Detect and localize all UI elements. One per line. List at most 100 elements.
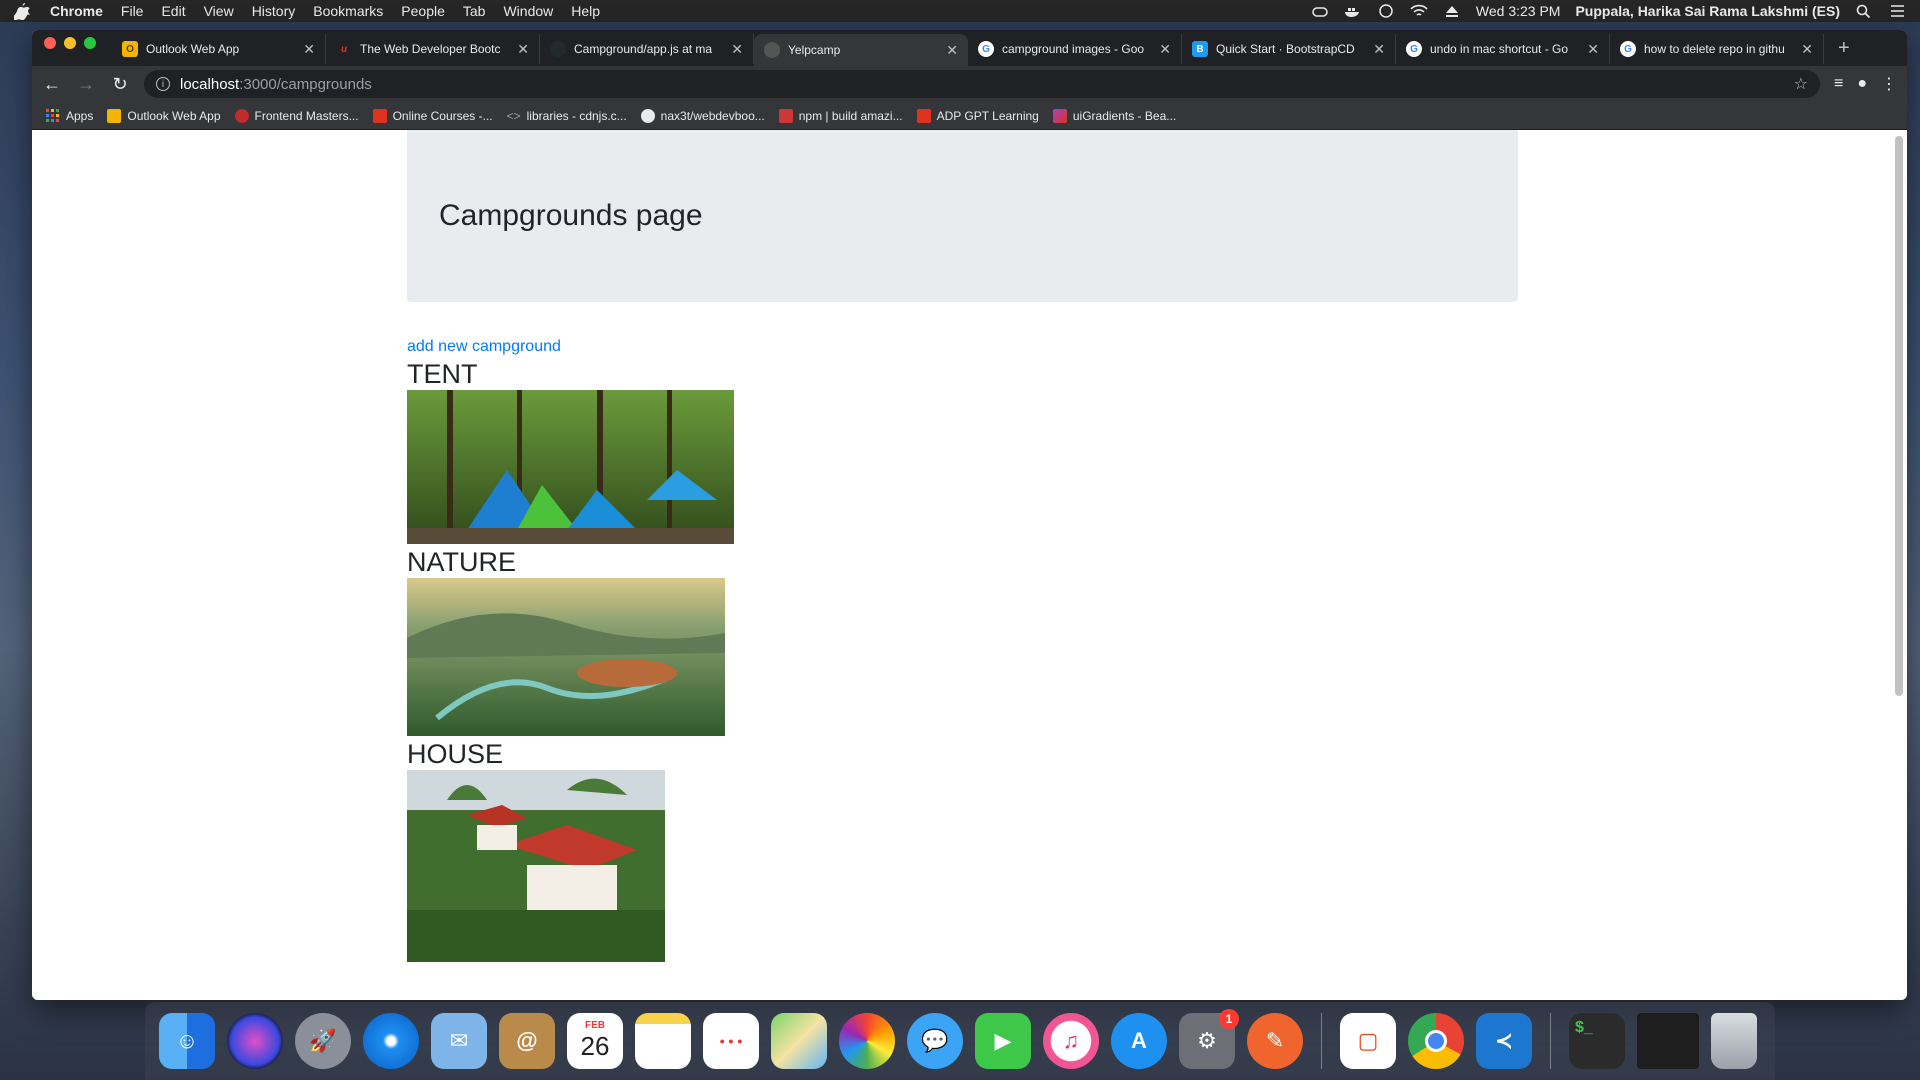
add-new-campground-link[interactable]: add new campground (407, 338, 1518, 356)
siri-icon[interactable] (227, 1013, 283, 1069)
forward-arrow-icon[interactable]: → (76, 74, 96, 95)
menubar-clock[interactable]: Wed 3:23 PM (1476, 3, 1561, 19)
mail-icon[interactable]: ✉ (431, 1013, 487, 1069)
menu-people[interactable]: People (401, 3, 445, 19)
bookmark-label: libraries - cdnjs.c... (526, 108, 627, 123)
media-queue-icon[interactable]: ≡ (1834, 75, 1843, 93)
app-store-icon[interactable]: A (1111, 1013, 1167, 1069)
info-icon[interactable]: i (156, 77, 170, 91)
reminders-icon[interactable]: • • • (703, 1013, 759, 1069)
contacts-icon[interactable]: @ (499, 1013, 555, 1069)
bookmark-cdnjs[interactable]: <> libraries - cdnjs.c... (507, 109, 627, 123)
tab-bootstrapcdn[interactable]: B Quick Start · BootstrapCD ✕ (1182, 34, 1396, 64)
bookmark-label: Online Courses -... (392, 108, 493, 123)
calendar-icon[interactable]: FEB 26 (567, 1013, 623, 1069)
safari-icon[interactable] (363, 1013, 419, 1069)
apple-icon[interactable] (14, 2, 30, 20)
reload-icon[interactable]: ↻ (110, 74, 130, 95)
menu-file[interactable]: File (121, 3, 144, 19)
tab-outlook[interactable]: O Outlook Web App ✕ (112, 34, 326, 64)
minimize-window-button[interactable] (64, 37, 76, 49)
vscode-icon[interactable]: ≺ (1476, 1013, 1532, 1069)
menu-window[interactable]: Window (503, 3, 553, 19)
back-arrow-icon[interactable]: ← (42, 74, 62, 95)
bookmark-label: uiGradients - Bea... (1072, 108, 1177, 123)
tab-google-campground[interactable]: G campground images - Goo ✕ (968, 34, 1182, 64)
window-thumbnail-icon[interactable] (1637, 1013, 1699, 1069)
postman-icon[interactable]: ✎ (1247, 1013, 1303, 1069)
close-tab-icon[interactable]: ✕ (517, 41, 529, 58)
bookmark-star-icon[interactable]: ☆ (1794, 74, 1808, 94)
office-app-icon[interactable]: ▢ (1340, 1013, 1396, 1069)
address-bar[interactable]: i localhost:3000/campgrounds ☆ (144, 70, 1820, 98)
maps-icon[interactable] (771, 1013, 827, 1069)
terminal-icon[interactable]: $_ (1569, 1013, 1625, 1069)
macos-dock: ☺ 🚀 ✉ @ FEB 26 • • • 💬 ▶ ♫ A ⚙ 1 ✎ ▢ ≺ $… (145, 1002, 1775, 1080)
bookmark-uigradients[interactable]: uiGradients - Bea... (1052, 108, 1177, 123)
docker-icon[interactable] (1344, 4, 1362, 18)
messages-icon[interactable]: 💬 (907, 1013, 963, 1069)
tab-google-undo[interactable]: G undo in mac shortcut - Go ✕ (1396, 34, 1610, 64)
page-container: Campgrounds page add new campground TENT… (407, 130, 1518, 962)
menu-bar: Chrome File Edit View History Bookmarks … (0, 0, 1920, 22)
menubar-user[interactable]: Puppala, Harika Sai Rama Lakshmi (ES) (1575, 3, 1840, 19)
globe-favicon-icon (764, 42, 780, 58)
tab-github[interactable]: Campground/app.js at ma ✕ (540, 34, 754, 64)
new-tab-plus-icon[interactable]: + (1838, 37, 1850, 60)
eject-icon[interactable] (1443, 4, 1461, 18)
close-tab-icon[interactable]: ✕ (1801, 41, 1813, 58)
close-tab-icon[interactable]: ✕ (946, 42, 958, 59)
more-menu-icon[interactable]: ⋮ (1881, 74, 1897, 94)
close-tab-icon[interactable]: ✕ (731, 41, 743, 58)
udemy-favicon-icon (916, 108, 931, 123)
tab-udemy[interactable]: u The Web Developer Bootc ✕ (326, 34, 540, 64)
close-tab-icon[interactable]: ✕ (1373, 41, 1385, 58)
chrome-icon[interactable] (1408, 1013, 1464, 1069)
campground-item: HOUSE (407, 738, 1518, 962)
cloud-sync-icon[interactable] (1311, 4, 1329, 18)
vpn-icon[interactable] (1377, 4, 1395, 18)
photos-icon[interactable] (839, 1013, 895, 1069)
url-path: :3000/campgrounds (239, 75, 372, 93)
notification-badge: 1 (1219, 1009, 1239, 1029)
bookmark-apps[interactable]: Apps (46, 108, 93, 123)
system-preferences-icon[interactable]: ⚙ 1 (1179, 1009, 1239, 1069)
menu-help[interactable]: Help (571, 3, 600, 19)
zoom-window-button[interactable] (84, 37, 96, 49)
facetime-icon[interactable]: ▶ (975, 1013, 1031, 1069)
close-tab-icon[interactable]: ✕ (1587, 41, 1599, 58)
uigradients-favicon-icon (1052, 108, 1067, 123)
close-tab-icon[interactable]: ✕ (1159, 41, 1171, 58)
itunes-icon[interactable]: ♫ (1043, 1013, 1099, 1069)
menu-tab[interactable]: Tab (463, 3, 486, 19)
bookmark-outlook[interactable]: Outlook Web App (107, 108, 221, 123)
close-tab-icon[interactable]: ✕ (303, 41, 315, 58)
campground-image-tent (407, 390, 734, 544)
bookmark-adp-gpt[interactable]: ADP GPT Learning (916, 108, 1039, 123)
code-brackets-icon: <> (506, 108, 521, 123)
notes-icon[interactable] (635, 1013, 691, 1069)
spotlight-icon[interactable] (1855, 4, 1873, 18)
bookmark-frontend-masters[interactable]: Frontend Masters... (234, 108, 359, 123)
vertical-scrollbar[interactable] (1895, 136, 1903, 696)
profile-avatar-icon[interactable]: ● (1857, 75, 1867, 93)
campground-item: NATURE (407, 546, 1518, 736)
bookmark-github-nax3t[interactable]: nax3t/webdevboo... (640, 108, 765, 123)
wifi-icon[interactable] (1410, 4, 1428, 18)
bookmark-online-courses[interactable]: Online Courses -... (372, 108, 493, 123)
launchpad-icon[interactable]: 🚀 (295, 1013, 351, 1069)
tab-google-delete-repo[interactable]: G how to delete repo in githu ✕ (1610, 34, 1824, 64)
menu-bookmarks[interactable]: Bookmarks (313, 3, 383, 19)
menu-app-name[interactable]: Chrome (50, 3, 103, 19)
finder-icon[interactable]: ☺ (159, 1013, 215, 1069)
page-viewport[interactable]: Campgrounds page add new campground TENT… (32, 130, 1907, 1000)
notification-center-icon[interactable] (1888, 4, 1906, 18)
github-favicon-icon (550, 41, 566, 57)
bookmark-npm[interactable]: npm | build amazi... (778, 108, 903, 123)
menu-view[interactable]: View (204, 3, 234, 19)
menu-edit[interactable]: Edit (161, 3, 185, 19)
close-window-button[interactable] (44, 37, 56, 49)
tab-yelpcamp[interactable]: Yelpcamp ✕ (754, 34, 968, 66)
trash-icon[interactable] (1711, 1013, 1757, 1069)
menu-history[interactable]: History (252, 3, 296, 19)
